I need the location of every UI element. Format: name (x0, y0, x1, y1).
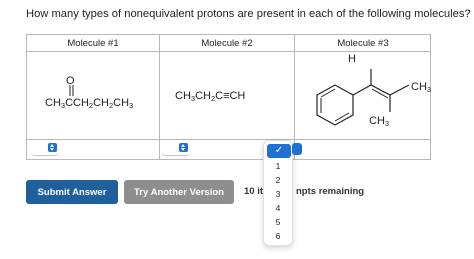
molecules-table: Molecule #1 Molecule #2 Molecule #3 O CH… (26, 34, 431, 160)
dropdown-option[interactable]: 2 (264, 175, 292, 185)
molecule-1-formula: CH3CCH2CH2CH3 (45, 97, 134, 110)
try-another-version-button[interactable]: Try Another Version (124, 180, 234, 204)
molecule-3-select-stepper[interactable] (292, 143, 302, 155)
header-molecule-2: Molecule #2 (201, 38, 253, 49)
question-text: How many types of nonequivalent protons … (26, 8, 471, 20)
molecule-2-formula: CH3CH2C≡CH (175, 90, 246, 103)
molecule-3-structure (316, 69, 410, 126)
attempts-remaining-text: npts remaining (296, 186, 365, 197)
dropdown-option[interactable]: 3 (264, 189, 292, 199)
dropdown-option[interactable]: 6 (264, 231, 292, 241)
dropdown-selected-checkmark[interactable]: ✓ (267, 144, 291, 158)
dropdown-option[interactable]: 4 (264, 203, 292, 213)
molecule-3-hydrogen: H (348, 53, 356, 65)
molecule-3-methyl-right: CH3 (411, 81, 432, 94)
molecule-2-select-stepper[interactable] (162, 142, 190, 155)
dropdown-option[interactable]: 1 (264, 161, 292, 171)
header-molecule-3: Molecule #3 (337, 38, 389, 49)
dropdown-option[interactable]: 5 (264, 217, 292, 227)
molecule-3-methyl-bottom: CH3 (369, 115, 390, 128)
submit-answer-button[interactable]: Submit Answer (26, 180, 118, 204)
header-molecule-1: Molecule #1 (67, 38, 119, 49)
chevron-updown-icon (179, 143, 188, 152)
molecule-3-answer-dropdown[interactable]: ✓ 1 2 3 4 5 6 (263, 140, 293, 246)
chevron-updown-icon (48, 143, 57, 152)
molecule-1-select-stepper[interactable] (31, 142, 59, 155)
answer-row-divider (27, 139, 430, 140)
molecule-1-carbonyl-bond (69, 85, 74, 96)
column-divider (159, 35, 160, 159)
